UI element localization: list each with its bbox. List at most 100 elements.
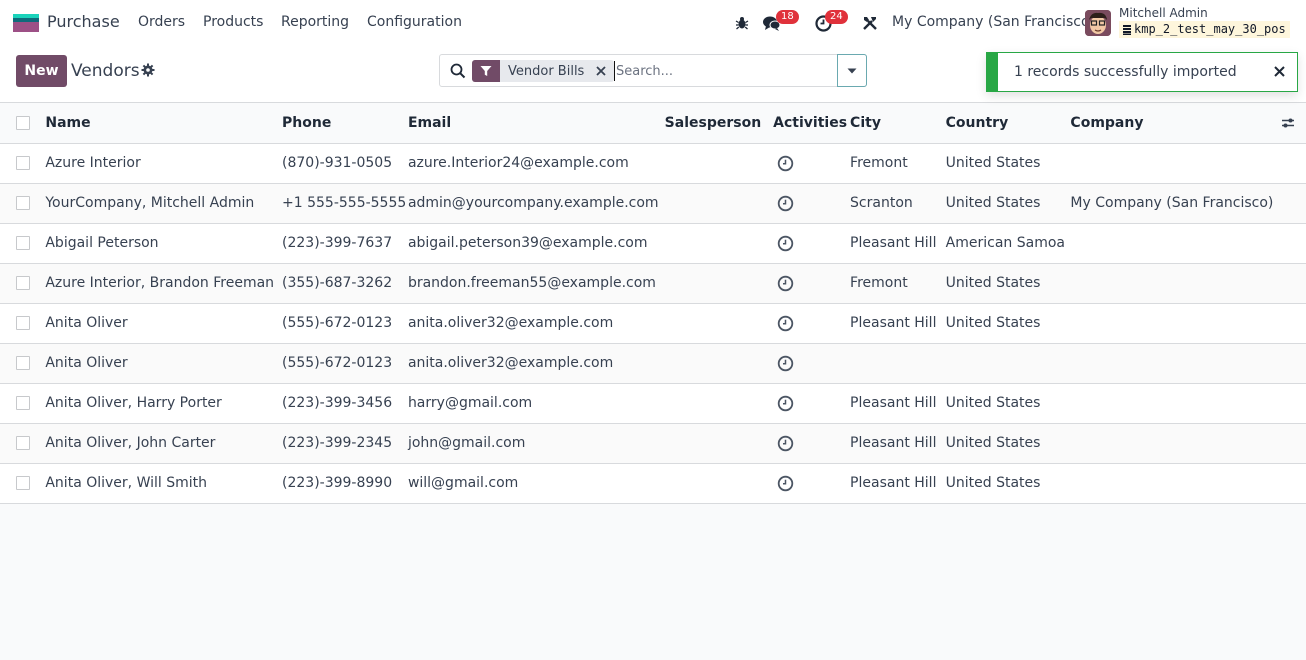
table-row[interactable]: YourCompany, Mitchell Admin +1 555-555-55… [0, 183, 1306, 224]
cell-phone[interactable]: (223)-399-7637 [282, 223, 408, 264]
cell-company[interactable] [1070, 303, 1274, 344]
table-row[interactable]: Azure Interior, Brandon Freeman (355)-687… [0, 263, 1306, 304]
column-header-activities[interactable]: Activities [773, 103, 851, 144]
activity-clock-icon[interactable] [777, 155, 794, 172]
cell-city[interactable]: Fremont [850, 263, 946, 304]
cell-salesperson[interactable] [664, 143, 774, 184]
cell-email[interactable]: anita.oliver32@example.com [407, 303, 665, 344]
cell-phone[interactable]: (555)-672-0123 [282, 343, 408, 384]
cell-city[interactable] [850, 343, 946, 384]
cell-company[interactable] [1070, 383, 1274, 424]
cell-name[interactable]: Anita Oliver [45, 303, 283, 344]
cell-email[interactable]: azure.Interior24@example.com [407, 143, 665, 184]
activity-clock-icon[interactable] [777, 355, 794, 372]
cell-city[interactable]: Pleasant Hill [850, 463, 946, 504]
row-checkbox[interactable] [16, 356, 30, 370]
table-row[interactable]: Anita Oliver, Will Smith (223)-399-8990 wi… [0, 463, 1306, 504]
cell-salesperson[interactable] [664, 383, 774, 424]
activity-clock-icon[interactable] [777, 195, 794, 212]
activity-clock-icon[interactable] [777, 315, 794, 332]
cell-city[interactable]: Pleasant Hill [850, 303, 946, 344]
cell-salesperson[interactable] [664, 183, 774, 224]
cell-salesperson[interactable] [664, 303, 774, 344]
cell-name[interactable]: Anita Oliver, Harry Porter [45, 383, 283, 424]
new-button[interactable]: New [16, 55, 67, 87]
cell-country[interactable]: United States [945, 463, 1071, 504]
cell-email[interactable]: brandon.freeman55@example.com [407, 263, 665, 304]
cell-country[interactable]: American Samoa [945, 223, 1071, 264]
cell-email[interactable]: will@gmail.com [407, 463, 665, 504]
row-checkbox[interactable] [16, 276, 30, 290]
row-checkbox[interactable] [16, 436, 30, 450]
column-header-city[interactable]: City [850, 103, 946, 144]
tools-icon[interactable] [860, 13, 880, 33]
cell-salesperson[interactable] [664, 423, 774, 464]
cell-name[interactable]: YourCompany, Mitchell Admin [45, 183, 283, 224]
cell-phone[interactable]: (223)-399-8990 [282, 463, 408, 504]
row-checkbox[interactable] [16, 156, 30, 170]
cell-name[interactable]: Azure Interior [45, 143, 283, 184]
row-checkbox[interactable] [16, 316, 30, 330]
cell-email[interactable]: anita.oliver32@example.com [407, 343, 665, 384]
row-checkbox[interactable] [16, 196, 30, 210]
cell-email[interactable]: admin@yourcompany.example.com [407, 183, 665, 224]
cell-country[interactable]: United States [945, 263, 1071, 304]
cell-email[interactable]: abigail.peterson39@example.com [407, 223, 665, 264]
cell-country[interactable]: United States [945, 423, 1071, 464]
column-header-email[interactable]: Email [407, 103, 665, 144]
cell-name[interactable]: Anita Oliver, Will Smith [45, 463, 283, 504]
optional-columns-icon[interactable] [1281, 116, 1295, 130]
cell-name[interactable]: Abigail Peterson [45, 223, 283, 264]
cell-company[interactable] [1070, 223, 1274, 264]
search-options-toggle[interactable] [837, 54, 867, 87]
search-icon[interactable] [450, 63, 466, 79]
select-all-checkbox[interactable] [16, 115, 30, 130]
cell-email[interactable]: harry@gmail.com [407, 383, 665, 424]
table-row[interactable]: Anita Oliver, John Carter (223)-399-2345 j… [0, 423, 1306, 464]
cell-salesperson[interactable] [664, 463, 774, 504]
company-switcher[interactable]: My Company (San Francisco) [892, 14, 1095, 30]
row-checkbox[interactable] [16, 236, 30, 250]
cell-company[interactable] [1070, 423, 1274, 464]
cell-phone[interactable]: (870)-931-0505 [282, 143, 408, 184]
cell-company[interactable] [1070, 463, 1274, 504]
cell-name[interactable]: Anita Oliver [45, 343, 283, 384]
cell-name[interactable]: Anita Oliver, John Carter [45, 423, 283, 464]
activity-clock-icon[interactable] [777, 475, 794, 492]
cell-company[interactable] [1070, 263, 1274, 304]
cell-city[interactable]: Scranton [850, 183, 946, 224]
cell-company[interactable] [1070, 143, 1274, 184]
cell-salesperson[interactable] [664, 263, 774, 304]
app-logo-icon[interactable] [13, 14, 39, 32]
bug-icon[interactable] [732, 13, 752, 33]
facet-remove-icon[interactable] [592, 60, 610, 82]
cell-salesperson[interactable] [664, 223, 774, 264]
column-header-salesperson[interactable]: Salesperson [664, 103, 774, 144]
cell-country[interactable]: United States [945, 303, 1071, 344]
cell-email[interactable]: john@gmail.com [407, 423, 665, 464]
row-checkbox[interactable] [16, 396, 30, 410]
cell-country[interactable]: United States [945, 183, 1071, 224]
cell-city[interactable]: Fremont [850, 143, 946, 184]
cell-city[interactable]: Pleasant Hill [850, 223, 946, 264]
activity-clock-icon[interactable] [777, 435, 794, 452]
column-header-name[interactable]: Name [45, 103, 283, 144]
table-row[interactable]: Anita Oliver (555)-672-0123 anita.oliver32… [0, 303, 1306, 344]
cell-phone[interactable]: +1 555-555-5555 [282, 183, 408, 224]
gear-icon[interactable] [141, 63, 155, 77]
activity-clock-icon[interactable] [777, 395, 794, 412]
column-header-phone[interactable]: Phone [282, 103, 408, 144]
cell-company[interactable]: My Company (San Francisco) [1070, 183, 1274, 224]
menu-configuration[interactable]: Configuration [367, 14, 462, 30]
cell-country[interactable]: United States [945, 143, 1071, 184]
cell-phone[interactable]: (355)-687-3262 [282, 263, 408, 304]
menu-reporting[interactable]: Reporting [281, 14, 349, 30]
app-name[interactable]: Purchase [47, 12, 120, 31]
search-input[interactable] [614, 61, 834, 81]
cell-salesperson[interactable] [664, 343, 774, 384]
column-header-country[interactable]: Country [945, 103, 1071, 144]
activity-clock-icon[interactable] [777, 275, 794, 292]
row-checkbox[interactable] [16, 476, 30, 490]
cell-phone[interactable]: (555)-672-0123 [282, 303, 408, 344]
activity-clock-icon[interactable] [777, 235, 794, 252]
